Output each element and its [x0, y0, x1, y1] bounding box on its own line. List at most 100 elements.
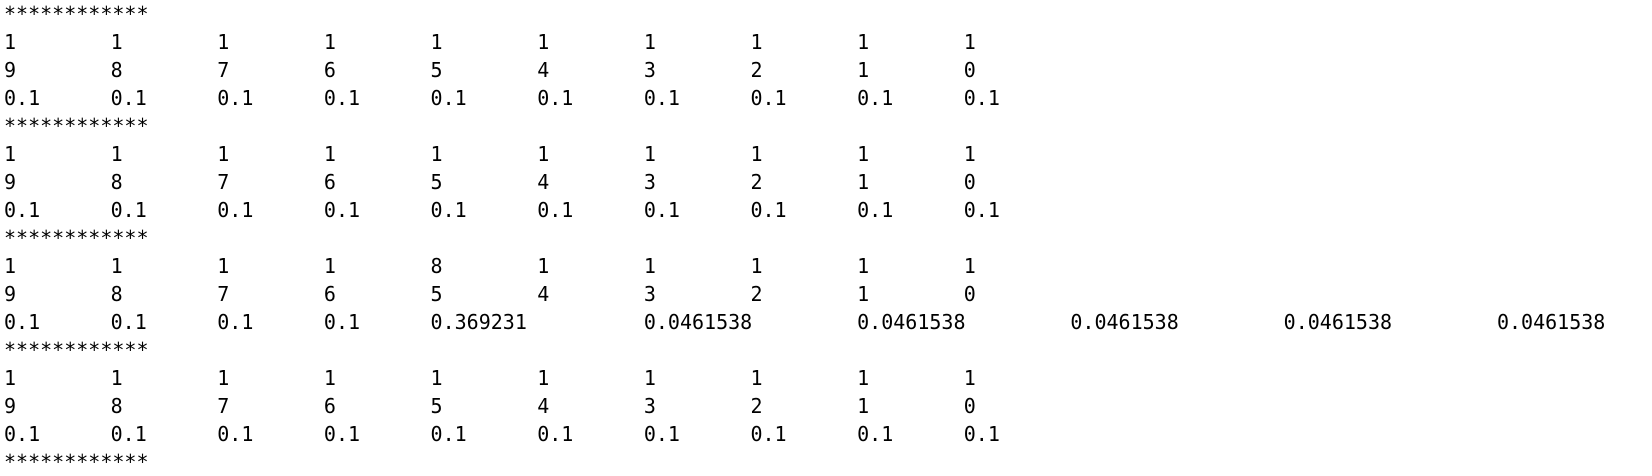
output-value: 0.1 [217, 422, 254, 446]
output-value: 1 [857, 30, 870, 54]
output-value: 4 [537, 58, 550, 82]
output-value: 5 [430, 58, 443, 82]
output-value: 1 [110, 254, 123, 278]
output-row: 1 1 1 1 8 1 1 1 1 1 [4, 252, 1648, 280]
output-value: 9 [4, 282, 17, 306]
separator-line: ************ [4, 338, 149, 362]
output-value: 0.1 [110, 198, 147, 222]
output-value: 1 [110, 142, 123, 166]
output-row: 9 8 7 6 5 4 3 2 1 0 [4, 168, 1648, 196]
output-value: 5 [430, 282, 443, 306]
output-value: 7 [217, 58, 230, 82]
output-value: 1 [323, 254, 336, 278]
output-value: 0.1 [323, 86, 361, 110]
output-value: 1 [430, 142, 443, 166]
output-value: 2 [750, 170, 763, 194]
output-value: 8 [110, 394, 123, 418]
output-value: 1 [217, 366, 230, 390]
output-value: 1 [750, 142, 763, 166]
output-value: 0.1 [217, 310, 254, 334]
output-value: 2 [750, 394, 763, 418]
output-value: 1 [217, 30, 230, 54]
output-value: 0.1 [323, 310, 361, 334]
output-row: 1 1 1 1 1 1 1 1 1 1 [4, 364, 1648, 392]
output-value: 1 [323, 30, 336, 54]
output-value: 1 [963, 142, 976, 166]
output-value: 1 [110, 30, 123, 54]
output-value: 0.1 [537, 422, 574, 446]
output-value: 0.1 [323, 198, 361, 222]
output-row: 0.1 0.1 0.1 0.1 0.1 0.1 0.1 0.1 0.1 0.1 [4, 420, 1648, 448]
output-value: 1 [217, 254, 230, 278]
output-value: 8 [110, 282, 123, 306]
output-value: 9 [4, 58, 17, 82]
output-value: 0.1 [857, 198, 894, 222]
output-value: 0.1 [750, 86, 787, 110]
output-value: 0 [963, 170, 976, 194]
output-value: 0.1 [430, 422, 467, 446]
output-value: 7 [217, 282, 230, 306]
output-value: 6 [323, 394, 336, 418]
output-value: 8 [430, 254, 443, 278]
output-value: 1 [110, 366, 123, 390]
output-value: 0.1 [643, 422, 680, 446]
output-value: 1 [4, 142, 17, 166]
output-value: 4 [537, 282, 550, 306]
output-row: 9 8 7 6 5 4 3 2 1 0 [4, 392, 1648, 420]
output-value: 1 [750, 254, 763, 278]
output-row: 0.1 0.1 0.1 0.1 0.1 0.1 0.1 0.1 0.1 0.1 [4, 196, 1648, 224]
output-value: 1 [323, 142, 336, 166]
output-value: 0.1 [110, 86, 147, 110]
output-value: 1 [857, 142, 870, 166]
output-row: 9 8 7 6 5 4 3 2 1 0 [4, 280, 1648, 308]
output-value: 1 [537, 30, 550, 54]
output-value: 1 [537, 366, 550, 390]
separator-line: ************ [4, 114, 149, 138]
output-value: 6 [323, 170, 336, 194]
output-value: 1 [643, 366, 656, 390]
output-value: 4 [537, 170, 550, 194]
output-value: 4 [537, 394, 550, 418]
output-value: 0.1 [857, 422, 894, 446]
output-value: 0.1 [643, 198, 680, 222]
output-value: 7 [217, 170, 230, 194]
output-value: 3 [643, 394, 656, 418]
output-value: 1 [857, 254, 870, 278]
output-value: 0.1 [857, 86, 894, 110]
output-value: 0.1 [217, 86, 254, 110]
output-value: 0.0461538 [643, 310, 753, 334]
output-value: 0.1 [643, 86, 680, 110]
output-value: 0.1 [750, 422, 787, 446]
output-row: 1 1 1 1 1 1 1 1 1 1 [4, 140, 1648, 168]
output-value: 1 [537, 254, 550, 278]
output-value: 0.1 [110, 422, 147, 446]
output-value: 0.1 [430, 198, 467, 222]
output-value: 9 [4, 170, 17, 194]
output-row: 0.1 0.1 0.1 0.1 0.369231 0.0461538 0.0461538 0.… [4, 308, 1648, 336]
output-value: 1 [857, 394, 870, 418]
output-value: 6 [323, 282, 336, 306]
terminal-output: ************ 1 1 1 1 1 1 1 1 1 1 9 8 7 6 5 4 3 2 1 0 0.1 0.1 0.… [4, 0, 1648, 474]
output-value: 0.1 [4, 422, 41, 446]
output-value: 1 [217, 142, 230, 166]
output-value: 1 [4, 366, 17, 390]
output-value: 3 [643, 58, 656, 82]
output-value: 1 [4, 30, 17, 54]
output-value: 1 [643, 30, 656, 54]
output-value: 0.1 [537, 86, 574, 110]
separator-line: ************ [4, 2, 149, 26]
output-value: 7 [217, 394, 230, 418]
output-value: 1 [857, 366, 870, 390]
output-value: 1 [430, 30, 443, 54]
output-value: 1 [643, 254, 656, 278]
output-row: 9 8 7 6 5 4 3 2 1 0 [4, 56, 1648, 84]
output-value: 1 [4, 254, 17, 278]
separator-line: ************ [4, 226, 149, 250]
output-value: 9 [4, 394, 17, 418]
output-value: 0 [963, 58, 976, 82]
output-value: 1 [857, 58, 870, 82]
output-value: 2 [750, 58, 763, 82]
output-value: 0.1 [963, 86, 1000, 110]
output-value: 1 [750, 30, 763, 54]
output-value: 1 [750, 366, 763, 390]
